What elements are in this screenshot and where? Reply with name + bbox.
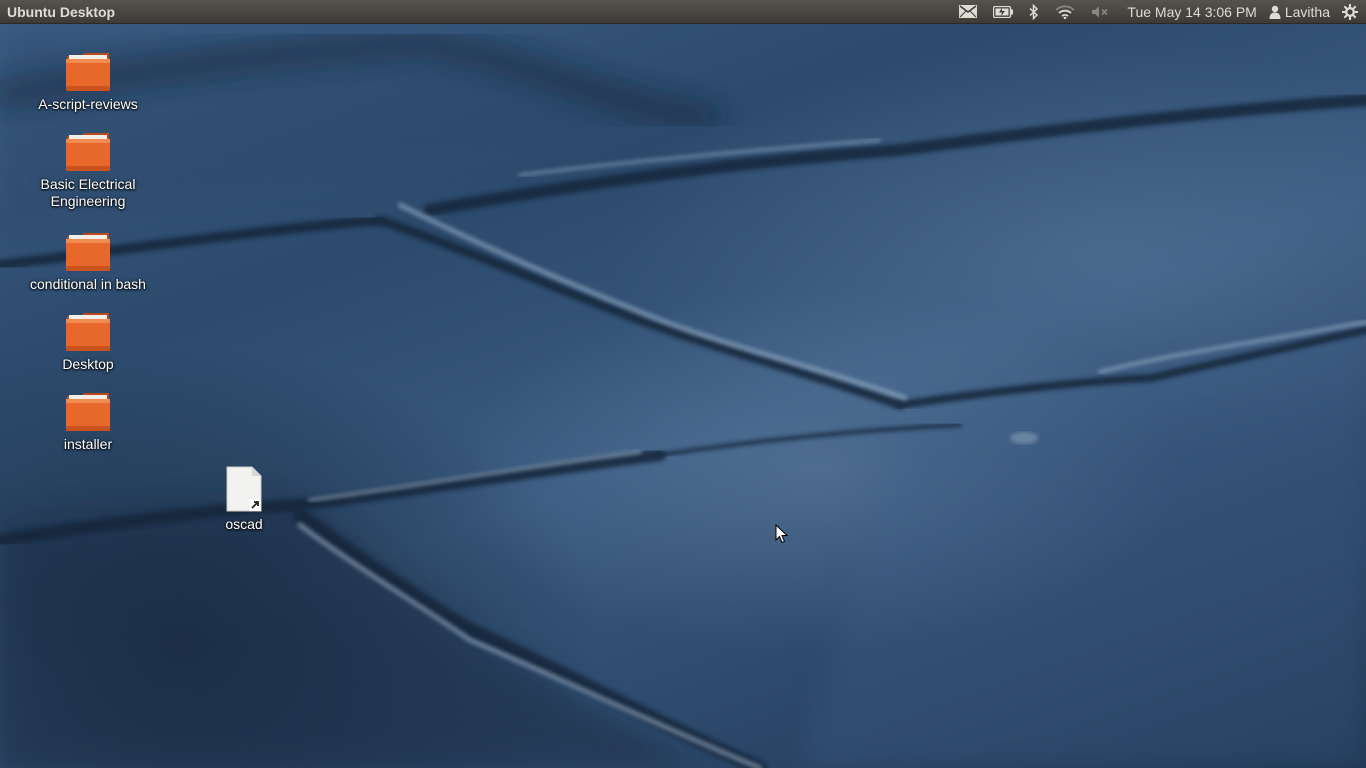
desktop-screen: Ubuntu Desktop Tue May 14 3:06 PM Lavith… — [0, 0, 1366, 768]
icon-label: conditional in bash — [30, 276, 146, 292]
icon-label: installer — [63, 436, 113, 452]
icon-label: Basic Electrical Engineering — [40, 176, 136, 209]
clock[interactable]: Tue May 14 3:06 PM — [1117, 0, 1262, 24]
wifi-icon — [1055, 5, 1076, 19]
envelope-icon — [959, 5, 978, 18]
folder-icon — [66, 133, 110, 171]
session-menu[interactable] — [1336, 0, 1366, 24]
desktop-icon-a-script-reviews[interactable]: A-script-reviews — [13, 52, 163, 113]
mail-indicator[interactable] — [951, 0, 985, 24]
sound-indicator[interactable] — [1083, 0, 1117, 24]
speaker-muted-icon — [1092, 6, 1108, 17]
desktop-icon-basic-electrical-engineering[interactable]: Basic Electrical Engineering — [13, 132, 163, 210]
desktop-icon-desktop[interactable]: Desktop — [13, 312, 163, 373]
gear-icon — [1342, 3, 1358, 20]
folder-icon — [66, 53, 110, 91]
mouse-pointer-icon — [775, 524, 789, 544]
file-link-icon — [226, 466, 262, 512]
icon-label: oscad — [225, 516, 263, 532]
user-menu[interactable]: Lavitha — [1263, 0, 1336, 24]
folder-icon — [66, 233, 110, 271]
desktop-icon-conditional-in-bash[interactable]: conditional in bash — [13, 232, 163, 293]
bluetooth-indicator[interactable] — [1021, 0, 1047, 24]
wallpaper — [0, 30, 1366, 768]
bluetooth-icon — [1029, 3, 1039, 20]
desktop-icon-installer[interactable]: installer — [13, 392, 163, 453]
folder-icon — [66, 393, 110, 431]
battery-indicator[interactable] — [985, 0, 1021, 24]
icon-label: Desktop — [62, 356, 114, 372]
icon-label: A-script-reviews — [38, 96, 138, 112]
user-icon — [1269, 5, 1281, 19]
desktop-icon-oscad[interactable]: oscad — [169, 466, 319, 533]
network-indicator[interactable] — [1047, 0, 1083, 24]
folder-icon — [66, 313, 110, 351]
battery-icon — [993, 5, 1014, 18]
top-panel: Ubuntu Desktop Tue May 14 3:06 PM Lavith… — [0, 0, 1366, 24]
window-title: Ubuntu Desktop — [7, 3, 116, 20]
user-name: Lavitha — [1284, 3, 1330, 20]
